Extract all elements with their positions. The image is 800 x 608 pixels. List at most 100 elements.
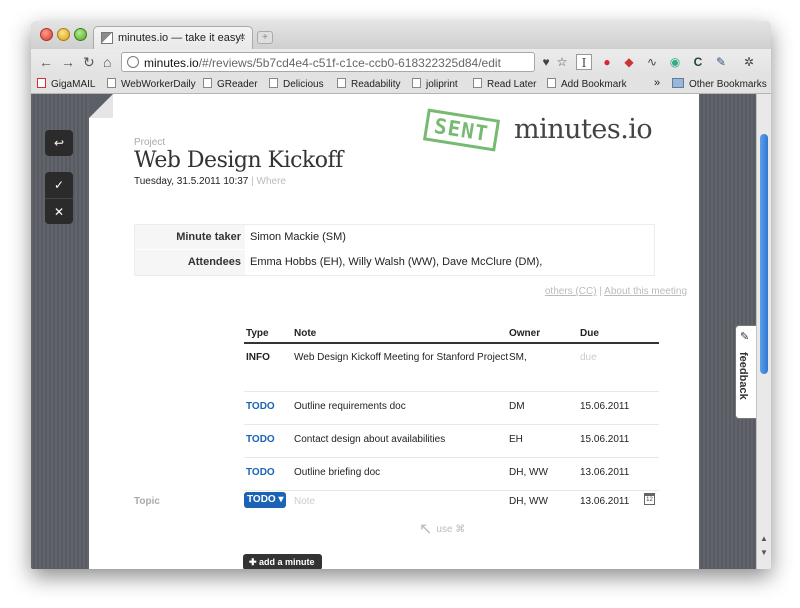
type-select[interactable]: TODO ▾ <box>244 492 286 508</box>
bookmark-label: Read Later <box>487 79 537 90</box>
minute-taker-row: Minute taker Simon Mackie (SM) <box>135 225 654 250</box>
undo-button[interactable]: ↩ <box>45 130 73 156</box>
row-note: Outline briefing doc <box>294 467 381 478</box>
url-text: minutes.io/#/reviews/5b7cd4e4-c51f-c1ce-… <box>144 56 501 70</box>
minimize-window-button[interactable] <box>57 28 70 41</box>
pen-icon[interactable]: ✎ <box>713 54 729 70</box>
forward-icon[interactable]: → <box>61 54 75 70</box>
about-meeting-link[interactable]: About this meeting <box>604 286 687 297</box>
row-type: TODO <box>246 467 275 478</box>
pulse-icon[interactable]: ∿ <box>644 54 660 70</box>
close-button[interactable]: ✕ <box>45 198 73 224</box>
calendar-icon[interactable]: 12 <box>644 493 655 505</box>
new-minute-row: Topic TODO ▾ Note DH, WW 13.06.2011 12 <box>134 492 659 512</box>
bookmark-delicious[interactable]: Delicious <box>269 78 324 90</box>
bookmark-star-icon[interactable]: ☆ <box>554 54 570 70</box>
check-button[interactable]: ✓ <box>45 172 73 198</box>
table-row[interactable]: INFO Web Design Kickoff Meeting for Stan… <box>244 344 659 392</box>
browser-toolbar: ← → ↻ ⌂ minutes.io/#/reviews/5b7cd4e4-c5… <box>31 49 771 75</box>
instapaper-icon[interactable]: I <box>576 54 592 70</box>
other-bookmarks[interactable]: Other Bookmarks <box>672 78 767 90</box>
row-owner: EH <box>509 434 523 445</box>
table-row[interactable]: TODO Contact design about availabilities… <box>244 425 659 458</box>
more-bookmarks-button[interactable]: » <box>654 77 660 89</box>
bookmark-label: Delicious <box>283 79 324 90</box>
minute-taker-field[interactable]: Simon Mackie (SM) <box>245 225 654 250</box>
bookmark-joliprint[interactable]: joliprint <box>412 78 458 90</box>
scroll-down-icon[interactable]: ▼ <box>760 548 768 557</box>
header-note: Note <box>294 328 317 339</box>
due-input[interactable]: 13.06.2011 <box>580 496 629 507</box>
heart-icon[interactable]: ♥ <box>538 54 554 70</box>
home-icon[interactable]: ⌂ <box>103 54 111 70</box>
row-type: INFO <box>246 352 270 363</box>
curved-arrow-icon: ↖ <box>419 521 433 538</box>
attendees-label: Attendees <box>187 256 241 268</box>
globe-icon <box>127 56 139 68</box>
bookmark-label: GigaMAIL <box>51 79 96 90</box>
vertical-scrollbar[interactable]: ▲ ▼ <box>756 94 771 569</box>
url-path: /#/reviews/5b7cd4e4-c51f-c1ce-ccb0-61832… <box>198 56 501 70</box>
colorzilla-icon[interactable]: ◉ <box>667 54 683 70</box>
topic-input[interactable]: Topic <box>134 496 160 507</box>
bookmark-read-later[interactable]: Read Later <box>473 78 536 90</box>
row-due: 15.06.2011 <box>580 434 630 445</box>
attendees-row: Attendees Emma Hobbs (EH), Willy Walsh (… <box>135 250 654 275</box>
separator: | <box>251 176 254 187</box>
feedback-bubble-icon: ✎ <box>740 331 750 343</box>
hint-text: use ⌘ <box>436 524 466 535</box>
page-icon <box>203 78 212 88</box>
page-corner-fold <box>89 94 113 118</box>
owner-input[interactable]: DH, WW <box>509 496 548 507</box>
bookmark-webworkerdaily[interactable]: WebWorkerDaily <box>107 78 196 90</box>
page-icon <box>412 78 421 88</box>
new-tab-button[interactable]: + <box>257 31 273 44</box>
reload-icon[interactable]: ↻ <box>83 54 95 70</box>
page-icon <box>473 78 482 88</box>
header-type: Type <box>246 328 269 339</box>
bookmarks-bar: GigaMAIL WebWorkerDaily GReader Deliciou… <box>31 75 771 94</box>
wrench-icon[interactable]: ✲ <box>741 54 757 70</box>
bookmark-label: Readability <box>351 79 401 90</box>
add-minute-button[interactable]: ✚ add a minute <box>243 554 322 569</box>
keyboard-hint: ↖ use ⌘ <box>419 519 465 539</box>
scrollbar-thumb[interactable] <box>760 134 768 374</box>
flickr-icon[interactable]: ● <box>599 54 615 70</box>
feedback-tab[interactable]: ✎ feedback <box>735 325 756 419</box>
row-due: 13.06.2011 <box>580 467 630 478</box>
side-toolbar: ↩ ✓ ✕ <box>45 130 73 224</box>
brand-logo: minutes.io <box>514 114 653 145</box>
chrome-ext-c-icon[interactable]: C <box>690 54 706 70</box>
back-icon[interactable]: ← <box>39 54 53 70</box>
where-field[interactable]: Where <box>257 176 286 187</box>
bookmark-readability[interactable]: Readability <box>337 78 400 90</box>
tab-close-icon[interactable]: × <box>239 30 246 44</box>
meeting-date[interactable]: Tuesday, 31.5.2011 10:37 <box>134 176 248 187</box>
row-due: due <box>580 352 597 363</box>
meta-links: others (CC) | About this meeting <box>545 286 687 297</box>
table-header: Type Note Owner Due <box>244 328 659 344</box>
note-input[interactable]: Note <box>294 496 315 507</box>
browser-tab[interactable]: minutes.io — take it easy! × <box>93 26 253 49</box>
header-owner: Owner <box>509 328 541 339</box>
page-icon <box>547 78 556 88</box>
table-row[interactable]: TODO Outline requirements doc DM 15.06.2… <box>244 392 659 425</box>
table-row[interactable]: TODO Outline briefing doc DH, WW 13.06.2… <box>244 458 659 491</box>
zoom-window-button[interactable] <box>74 28 87 41</box>
close-window-button[interactable] <box>40 28 53 41</box>
bookmark-label: joliprint <box>426 79 458 90</box>
meeting-title[interactable]: Web Design Kickoff <box>134 148 343 173</box>
scroll-up-icon[interactable]: ▲ <box>760 534 768 543</box>
bookmark-greader[interactable]: GReader <box>203 78 258 90</box>
bookmark-add[interactable]: Add Bookmark <box>547 78 627 90</box>
url-host: minutes.io <box>144 56 199 70</box>
bookmark-gigamail[interactable]: GigaMAIL <box>37 78 95 90</box>
favicon-icon <box>101 32 113 44</box>
address-bar[interactable]: minutes.io/#/reviews/5b7cd4e4-c51f-c1ce-… <box>121 52 535 72</box>
row-note: Outline requirements doc <box>294 401 406 412</box>
browser-window: minutes.io — take it easy! × + ← → ↻ ⌂ m… <box>31 21 771 569</box>
others-cc-link[interactable]: others (CC) <box>545 286 597 297</box>
page-icon <box>337 78 346 88</box>
pinboard-icon[interactable]: ◆ <box>621 54 637 70</box>
attendees-field[interactable]: Emma Hobbs (EH), Willy Walsh (WW), Dave … <box>245 250 654 275</box>
